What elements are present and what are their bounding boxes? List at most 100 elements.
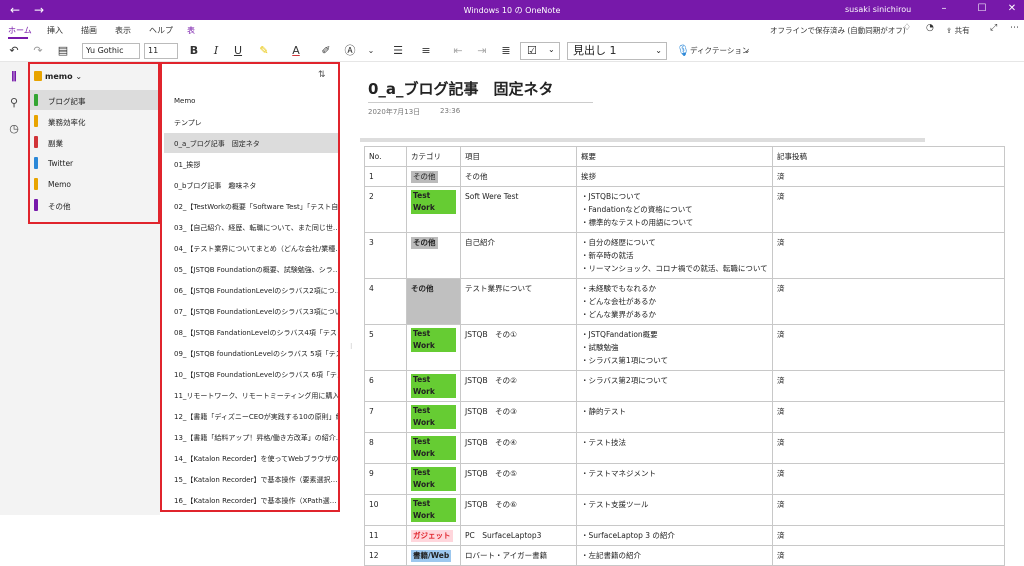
cell-summary[interactable]: ・未経験でもなれるか ・どんな会社があるか ・どんな業界があるか bbox=[576, 278, 773, 325]
highlighter-icon[interactable]: ✎ bbox=[256, 42, 272, 60]
tab-view[interactable]: 表示 bbox=[115, 25, 131, 36]
note-container-grip[interactable] bbox=[360, 138, 925, 142]
user-name[interactable]: susaki sinichirou bbox=[845, 5, 911, 14]
cell-category[interactable]: 書籍/Web bbox=[406, 545, 461, 566]
cell-no[interactable]: 6 bbox=[364, 370, 407, 402]
cell-summary[interactable]: ・JSTQFandation概要 ・試験勉強 ・シラバス第1項について bbox=[576, 324, 773, 371]
cell-posted[interactable]: 済 bbox=[772, 463, 1005, 495]
redo-icon[interactable]: ↷ bbox=[30, 42, 46, 60]
cell-summary[interactable]: ・自分の経歴について ・新卒時の就活 ・リーマンショック、コロナ禍での就活、転職… bbox=[576, 232, 773, 279]
cell-category[interactable]: Test Work bbox=[406, 370, 461, 402]
recent-clock-icon[interactable]: ◷ bbox=[7, 122, 21, 136]
cell-category[interactable]: Test Work bbox=[406, 186, 461, 233]
font-size-input[interactable]: 11 bbox=[144, 43, 178, 59]
lightbulb-icon[interactable]: ♢ bbox=[903, 23, 911, 33]
page-title[interactable]: 0_a_ブログ記事 固定ネタ bbox=[368, 78, 554, 99]
cell-posted[interactable]: 済 bbox=[772, 278, 1005, 325]
cell-no[interactable]: 1 bbox=[364, 166, 407, 187]
cell-category[interactable]: Test Work bbox=[406, 324, 461, 371]
cell-posted[interactable]: 済 bbox=[772, 370, 1005, 402]
cell-item[interactable]: JSTQB その② bbox=[460, 370, 577, 402]
style-select[interactable]: 見出し 1 ⌄ bbox=[567, 42, 667, 60]
cell-posted[interactable]: 済 bbox=[772, 166, 1005, 187]
more-icon[interactable]: ⋯ bbox=[1010, 23, 1019, 33]
clipboard-icon[interactable]: ▤ bbox=[55, 42, 71, 60]
tab-draw[interactable]: 描画 bbox=[81, 25, 97, 36]
cell-summary[interactable]: ・テスト支援ツール bbox=[576, 494, 773, 526]
cell-item[interactable]: JSTQB その① bbox=[460, 324, 577, 371]
cell-summary[interactable]: ・JSTQBについて ・Fandationなどの資格について ・標準的なテストの… bbox=[576, 186, 773, 233]
cell-category[interactable]: Test Work bbox=[406, 432, 461, 464]
cell-no[interactable]: 7 bbox=[364, 401, 407, 433]
cell-category[interactable]: その他 bbox=[406, 278, 461, 325]
cell-item[interactable]: テスト業界について bbox=[460, 278, 577, 325]
font-name-input[interactable]: Yu Gothic bbox=[82, 43, 140, 59]
cell-no[interactable]: 11 bbox=[364, 525, 407, 546]
cell-no[interactable]: 3 bbox=[364, 232, 407, 279]
cell-posted[interactable]: 済 bbox=[772, 545, 1005, 566]
notebooks-icon[interactable]: ⫼ bbox=[7, 70, 21, 84]
cell-category[interactable]: その他 bbox=[406, 166, 461, 187]
table-header-cell[interactable]: 概要 bbox=[576, 146, 773, 167]
cell-category[interactable]: Test Work bbox=[406, 463, 461, 495]
cell-item[interactable]: JSTQB その⑤ bbox=[460, 463, 577, 495]
cell-category[interactable]: Test Work bbox=[406, 401, 461, 433]
cell-item[interactable]: JSTQB その⑥ bbox=[460, 494, 577, 526]
cell-category[interactable]: その他 bbox=[406, 232, 461, 279]
microphone-icon[interactable]: 🎙 bbox=[676, 42, 690, 60]
cell-posted[interactable]: 済 bbox=[772, 494, 1005, 526]
cell-summary[interactable]: ・テスト技法 bbox=[576, 432, 773, 464]
outdent-icon[interactable]: ⇤ bbox=[450, 42, 466, 60]
indent-icon[interactable]: ⇥ bbox=[474, 42, 490, 60]
cell-no[interactable]: 8 bbox=[364, 432, 407, 464]
cell-item[interactable]: ロバート・アイガー書籍 bbox=[460, 545, 577, 566]
cell-no[interactable]: 9 bbox=[364, 463, 407, 495]
cell-summary[interactable]: 挨拶 bbox=[576, 166, 773, 187]
cell-posted[interactable]: 済 bbox=[772, 401, 1005, 433]
cell-item[interactable]: JSTQB その④ bbox=[460, 432, 577, 464]
cell-summary[interactable]: ・左記書籍の紹介 bbox=[576, 545, 773, 566]
cell-no[interactable]: 12 bbox=[364, 545, 407, 566]
chevron-down-icon[interactable]: ⌄ bbox=[742, 42, 752, 60]
cell-category[interactable]: ガジェット bbox=[406, 525, 461, 546]
chevron-down-icon[interactable]: ⌄ bbox=[366, 42, 376, 60]
close-icon[interactable]: ✕ bbox=[1004, 3, 1020, 14]
cell-summary[interactable]: ・シラバス第2項について bbox=[576, 370, 773, 402]
cell-no[interactable]: 5 bbox=[364, 324, 407, 371]
cell-summary[interactable]: ・静的テスト bbox=[576, 401, 773, 433]
underline-icon[interactable]: U bbox=[230, 42, 246, 60]
collapse-handle-icon[interactable]: ⁝ bbox=[350, 342, 353, 351]
cell-posted[interactable]: 済 bbox=[772, 186, 1005, 233]
table-header-cell[interactable]: 項目 bbox=[460, 146, 577, 167]
cell-no[interactable]: 10 bbox=[364, 494, 407, 526]
cell-summary[interactable]: ・SurfaceLaptop 3 の紹介 bbox=[576, 525, 773, 546]
numbered-list-icon[interactable]: ≡ bbox=[418, 42, 434, 60]
table-header-cell[interactable]: No. bbox=[364, 146, 407, 167]
cell-item[interactable]: PC SurfaceLaptop3 bbox=[460, 525, 577, 546]
cell-item[interactable]: JSTQB その③ bbox=[460, 401, 577, 433]
text-effects-icon[interactable]: Ⓐ bbox=[342, 42, 358, 60]
fullscreen-icon[interactable]: ⤢ bbox=[990, 23, 997, 33]
italic-icon[interactable]: I bbox=[208, 42, 224, 60]
dictation-button[interactable]: ディクテーション bbox=[690, 42, 749, 60]
cell-posted[interactable]: 済 bbox=[772, 525, 1005, 546]
clear-format-icon[interactable]: ✐ bbox=[318, 42, 334, 60]
bell-icon[interactable]: ◔ bbox=[926, 23, 934, 33]
table-header-cell[interactable]: 記事投稿 bbox=[772, 146, 1005, 167]
cell-item[interactable]: その他 bbox=[460, 166, 577, 187]
cell-item[interactable]: 自己紹介 bbox=[460, 232, 577, 279]
cell-category[interactable]: Test Work bbox=[406, 494, 461, 526]
minimize-icon[interactable]: – bbox=[936, 3, 952, 14]
font-color-icon[interactable]: A bbox=[288, 42, 304, 60]
maximize-icon[interactable]: ☐ bbox=[974, 3, 990, 14]
cell-item[interactable]: Soft Were Test bbox=[460, 186, 577, 233]
bullet-list-icon[interactable]: ☰ bbox=[390, 42, 406, 60]
cell-no[interactable]: 2 bbox=[364, 186, 407, 233]
share-button[interactable]: ⇪ 共有 bbox=[946, 25, 970, 36]
cell-posted[interactable]: 済 bbox=[772, 432, 1005, 464]
undo-icon[interactable]: ↶ bbox=[6, 42, 22, 60]
todo-tag-button[interactable]: ☑ ⌄ bbox=[520, 42, 560, 60]
cell-summary[interactable]: ・テストマネジメント bbox=[576, 463, 773, 495]
cell-no[interactable]: 4 bbox=[364, 278, 407, 325]
tab-help[interactable]: ヘルプ bbox=[149, 25, 173, 36]
